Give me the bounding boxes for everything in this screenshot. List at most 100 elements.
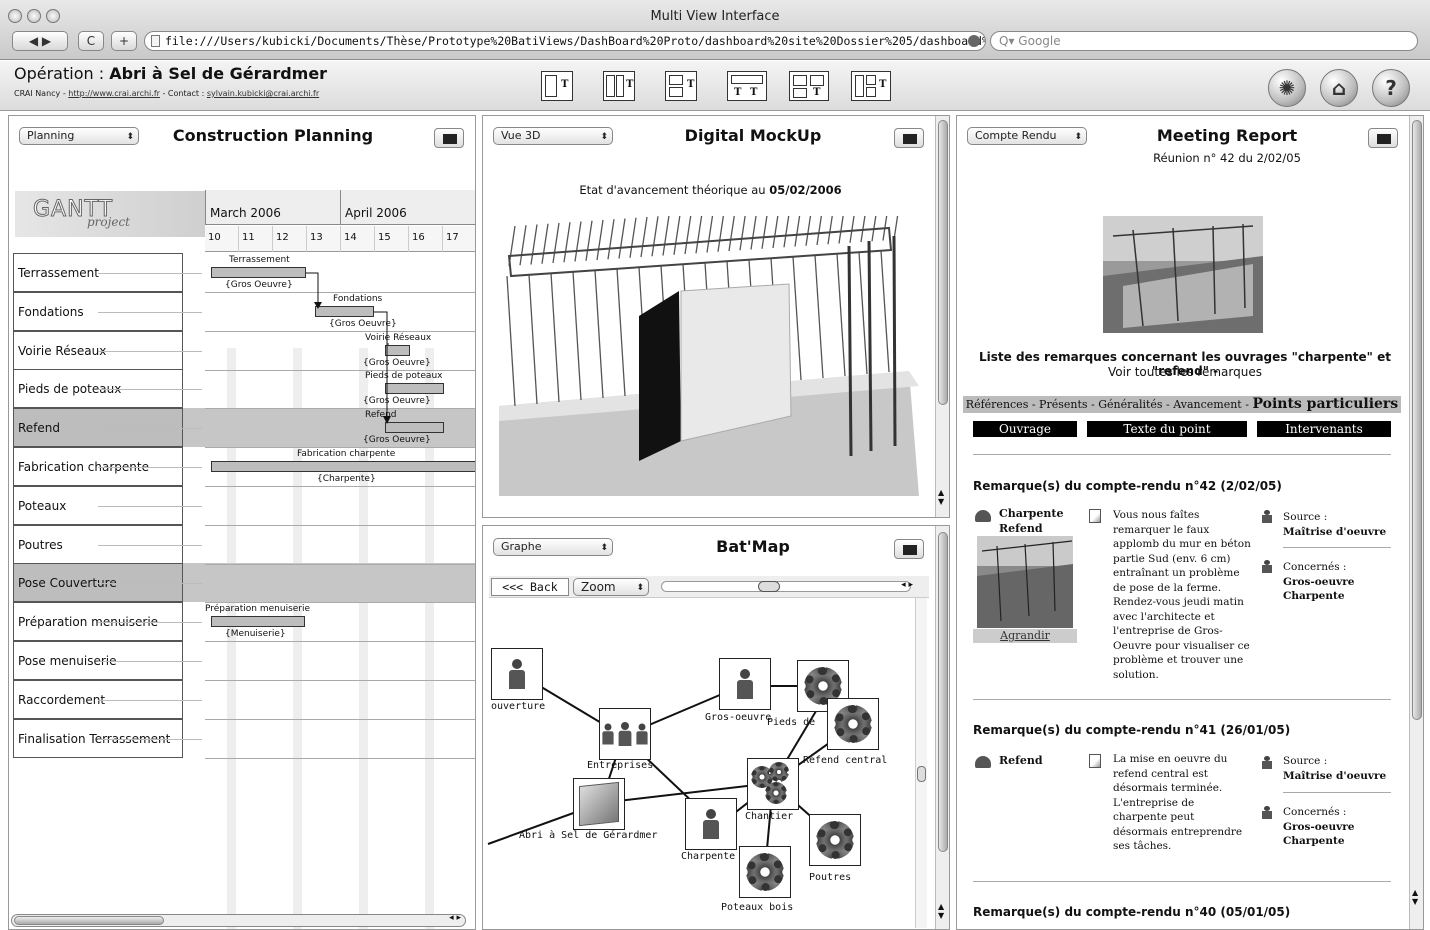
row-divider	[205, 641, 475, 643]
graph-node[interactable]	[573, 778, 625, 830]
layout-4-button[interactable]: TT	[727, 71, 767, 101]
task-row[interactable]: Finalisation Terrassement	[13, 718, 202, 758]
person-icon	[1262, 756, 1272, 769]
mockup-vscroll[interactable]: ▲ ▼	[935, 116, 949, 517]
layout-3-button[interactable]: T	[665, 71, 697, 101]
remark-heading: Remarque(s) du compte-rendu n°42 (2/02/0…	[973, 479, 1282, 493]
graph-node-label: Poutres	[809, 872, 852, 883]
document-icon	[1089, 754, 1101, 768]
all-remarks-link[interactable]: Voir toutes les remarques	[963, 365, 1407, 379]
graph-node[interactable]	[747, 758, 799, 810]
layout-5-button[interactable]: T	[789, 71, 829, 101]
search-field[interactable]: Q▾ Google	[990, 31, 1418, 51]
report-view-select[interactable]: Compte Rendu ⬍	[967, 127, 1087, 145]
layout-6-button[interactable]: T	[851, 71, 891, 101]
gear-icon	[746, 853, 784, 891]
url-field[interactable]: file:///Users/kubicki/Documents/Thèse/Pr…	[144, 31, 986, 51]
remark-photo[interactable]	[977, 536, 1073, 628]
divider	[973, 454, 1391, 455]
planning-hscroll[interactable]: ◂ ▸	[11, 913, 466, 927]
task-bar[interactable]	[211, 616, 305, 628]
report-nav-links[interactable]: Références - Présents - Généralités - Av…	[966, 398, 1253, 411]
scroll-arrows-icon[interactable]: ▲ ▼	[938, 488, 944, 506]
person-icon	[1262, 560, 1272, 573]
graph-node[interactable]	[599, 708, 651, 760]
task-row[interactable]: Pose menuiserie	[13, 641, 202, 680]
divider	[973, 699, 1391, 700]
task-row[interactable]: Raccordement	[13, 679, 202, 719]
task-row[interactable]: Pose Couverture	[13, 563, 202, 603]
person-icon	[703, 809, 719, 839]
report-vscroll-thumb[interactable]	[1412, 120, 1422, 720]
graph-node[interactable]	[739, 846, 791, 898]
graph-vscroll-thumb[interactable]	[917, 766, 926, 782]
reload-button[interactable]: C	[78, 31, 104, 51]
maximize-mockup-button[interactable]	[894, 128, 924, 148]
help-icon[interactable]: ?	[1372, 69, 1410, 107]
updown-icon: ⬍	[1074, 132, 1082, 142]
operation-subtitle: CRAI Nancy - http://www.crai.archi.fr - …	[14, 89, 320, 98]
batmap-vscroll-thumb[interactable]	[938, 532, 948, 852]
contact-link[interactable]: sylvain.kubicki@crai.archi.fr	[207, 89, 319, 98]
remark-heading: Remarque(s) du compte-rendu n°40 (05/01/…	[973, 905, 1291, 919]
divider	[1283, 792, 1391, 793]
graph-node-label: Abri à Sel de Gérardmer	[519, 830, 658, 841]
graph-node-label: Gros-oeuvre	[705, 712, 772, 723]
mockup-view-select[interactable]: Vue 3D ⬍	[493, 127, 613, 145]
row-divider	[205, 718, 475, 720]
report-nav-active[interactable]: Points particuliers	[1252, 396, 1398, 412]
batmap-vscroll[interactable]: ▲ ▼	[935, 526, 949, 929]
scroll-arrows-icon[interactable]: ▲ ▼	[938, 902, 944, 920]
gear-icon	[834, 705, 872, 743]
report-subtitle: Réunion n° 42 du 2/02/05	[1153, 151, 1301, 165]
site-photo[interactable]	[1103, 216, 1263, 333]
row-divider	[205, 486, 475, 487]
row-divider	[205, 680, 475, 681]
graph-node[interactable]	[827, 698, 879, 750]
graph-vscroll[interactable]	[915, 598, 927, 928]
col-intervenants: Intervenants	[1257, 421, 1391, 437]
graph-node[interactable]	[719, 658, 771, 710]
report-title: Meeting Report	[1156, 126, 1298, 145]
task-row[interactable]: Préparation menuiserie	[13, 602, 202, 642]
graph-node[interactable]	[809, 814, 861, 866]
graph-node-label: Poteaux bois	[721, 902, 794, 913]
task-row[interactable]: Poteaux	[13, 485, 202, 525]
remark-ouvrage: Charpente Refend	[999, 507, 1064, 535]
task-row[interactable]: Poutres	[13, 524, 202, 564]
gear-icon	[816, 821, 854, 859]
graph-node[interactable]	[685, 798, 737, 850]
report-vscroll[interactable]: ▲ ▼	[1409, 116, 1423, 929]
cube-icon	[579, 781, 619, 827]
mockup-panel: Vue 3D ⬍ Digital MockUp Etat d'avancement…	[482, 115, 950, 518]
gear-icon[interactable]: ✺	[1268, 69, 1306, 107]
graph-node-label: Pieds de	[767, 717, 816, 728]
forward-icon[interactable]: ▶	[42, 34, 51, 48]
maximize-report-button[interactable]	[1368, 128, 1398, 148]
person-icon	[1262, 806, 1272, 819]
mockup-title: Digital MockUp	[684, 126, 822, 145]
enlarge-link[interactable]: Agrandir	[973, 629, 1077, 643]
layout-2-button[interactable]: T	[603, 71, 635, 101]
crai-link[interactable]: http://www.crai.archi.fr	[68, 89, 160, 98]
add-bookmark-button[interactable]: +	[111, 31, 137, 51]
scroll-arrows-icon[interactable]: ▲ ▼	[1412, 888, 1418, 906]
planning-hscroll-thumb[interactable]	[14, 916, 164, 925]
back-icon[interactable]: ◀	[29, 34, 38, 48]
home-icon[interactable]: ⌂	[1320, 69, 1358, 107]
group-icon	[600, 719, 650, 749]
back-forward-buttons[interactable]: ◀ ▶	[12, 31, 68, 51]
report-panel: Compte Rendu ⬍ Meeting Report Réunion n° …	[956, 115, 1424, 930]
row-divider	[205, 563, 475, 565]
mockup-vscroll-thumb[interactable]	[938, 120, 948, 405]
graph-node[interactable]	[491, 648, 543, 700]
title-bar: Multi View Interface ◀ ▶ C + file:///Use…	[0, 0, 1430, 60]
col-ouvrage: Ouvrage	[973, 421, 1077, 437]
layout-1-button[interactable]: T	[541, 71, 573, 101]
person-icon	[737, 669, 753, 699]
graph-node-label: Chantier	[745, 811, 794, 822]
scroll-arrows-icon[interactable]: ◂ ▸	[449, 913, 461, 923]
3d-model-view[interactable]	[499, 216, 919, 506]
go-icon[interactable]	[968, 35, 980, 47]
search-icon: Q▾	[999, 34, 1019, 48]
